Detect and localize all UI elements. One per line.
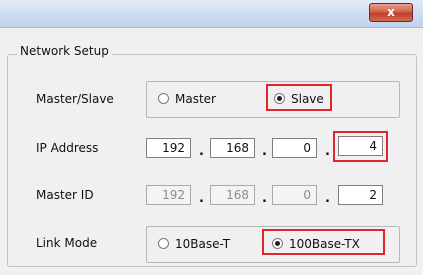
title-bar: x bbox=[0, 0, 423, 28]
master-radio[interactable]: Master bbox=[158, 92, 216, 106]
ip-octet-4[interactable]: 4 bbox=[338, 136, 383, 156]
slave-radio-label: Slave bbox=[291, 92, 324, 106]
100base-tx-label: 100Base-TX bbox=[289, 237, 360, 251]
master-id-separator: . bbox=[199, 191, 204, 206]
master-radio-label: Master bbox=[175, 92, 216, 106]
master-id-octet-3: 0 bbox=[272, 185, 317, 205]
close-button[interactable]: x bbox=[369, 3, 413, 22]
ip-octet-2[interactable]: 168 bbox=[210, 138, 255, 158]
master-slave-label: Master/Slave bbox=[36, 92, 114, 106]
slave-radio[interactable]: Slave bbox=[274, 92, 324, 106]
ip-separator: . bbox=[199, 144, 204, 159]
group-title: Network Setup bbox=[17, 44, 112, 58]
ip-octet-1[interactable]: 192 bbox=[146, 138, 191, 158]
radio-selected-icon bbox=[274, 93, 285, 104]
ip-address-label: IP Address bbox=[36, 141, 99, 155]
master-id-separator: . bbox=[262, 191, 267, 206]
master-id-octet-4[interactable]: 2 bbox=[338, 185, 383, 205]
master-id-separator: . bbox=[325, 191, 330, 206]
master-id-octet-1: 192 bbox=[146, 185, 191, 205]
ip-separator: . bbox=[325, 144, 330, 159]
100base-tx-radio[interactable]: 100Base-TX bbox=[272, 237, 360, 251]
ip-octet-3[interactable]: 0 bbox=[272, 138, 317, 158]
radio-selected-icon bbox=[272, 238, 283, 249]
10base-t-radio[interactable]: 10Base-T bbox=[158, 237, 230, 251]
radio-unselected-icon bbox=[158, 238, 169, 249]
link-mode-label: Link Mode bbox=[36, 236, 98, 250]
master-id-octet-2: 168 bbox=[210, 185, 255, 205]
close-icon: x bbox=[387, 5, 395, 19]
ip-separator: . bbox=[262, 144, 267, 159]
radio-unselected-icon bbox=[158, 93, 169, 104]
10base-t-label: 10Base-T bbox=[175, 237, 231, 251]
master-id-label: Master ID bbox=[36, 188, 94, 202]
